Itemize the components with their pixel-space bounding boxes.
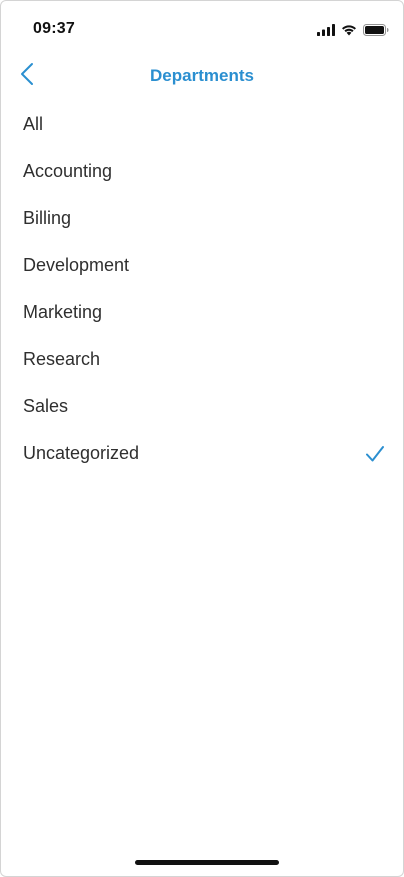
- wifi-icon: [341, 23, 357, 41]
- list-item-accounting[interactable]: Accounting: [1, 148, 403, 195]
- departments-screen: 09:37 Departments All Accounting Billing…: [0, 0, 404, 877]
- checkmark-icon: [365, 445, 385, 463]
- list-item-uncategorized[interactable]: Uncategorized: [1, 430, 403, 477]
- page-title: Departments: [150, 66, 254, 85]
- navigation-bar: Departments: [1, 53, 403, 99]
- list-item-research[interactable]: Research: [1, 336, 403, 383]
- list-item-marketing[interactable]: Marketing: [1, 289, 403, 336]
- list-item-development[interactable]: Development: [1, 242, 403, 289]
- departments-list: All Accounting Billing Development Marke…: [1, 101, 403, 477]
- list-item-label: Research: [23, 349, 101, 369]
- list-item-label: Development: [23, 255, 130, 275]
- list-item-sales[interactable]: Sales: [1, 383, 403, 430]
- list-item-billing[interactable]: Billing: [1, 195, 403, 242]
- list-item-all[interactable]: All: [1, 101, 403, 148]
- list-item-label: Sales: [23, 396, 69, 416]
- list-item-label: Accounting: [23, 161, 113, 181]
- status-icons: [317, 23, 389, 41]
- list-item-label: Marketing: [23, 302, 103, 322]
- status-bar: 09:37: [1, 1, 403, 53]
- list-item-label: Billing: [23, 208, 72, 228]
- list-item-label: All: [23, 114, 44, 134]
- list-item-label: Uncategorized: [23, 443, 140, 463]
- cellular-signal-icon: [317, 23, 335, 41]
- status-time: 09:37: [33, 20, 75, 37]
- home-indicator[interactable]: [135, 860, 279, 865]
- battery-icon: [363, 23, 389, 41]
